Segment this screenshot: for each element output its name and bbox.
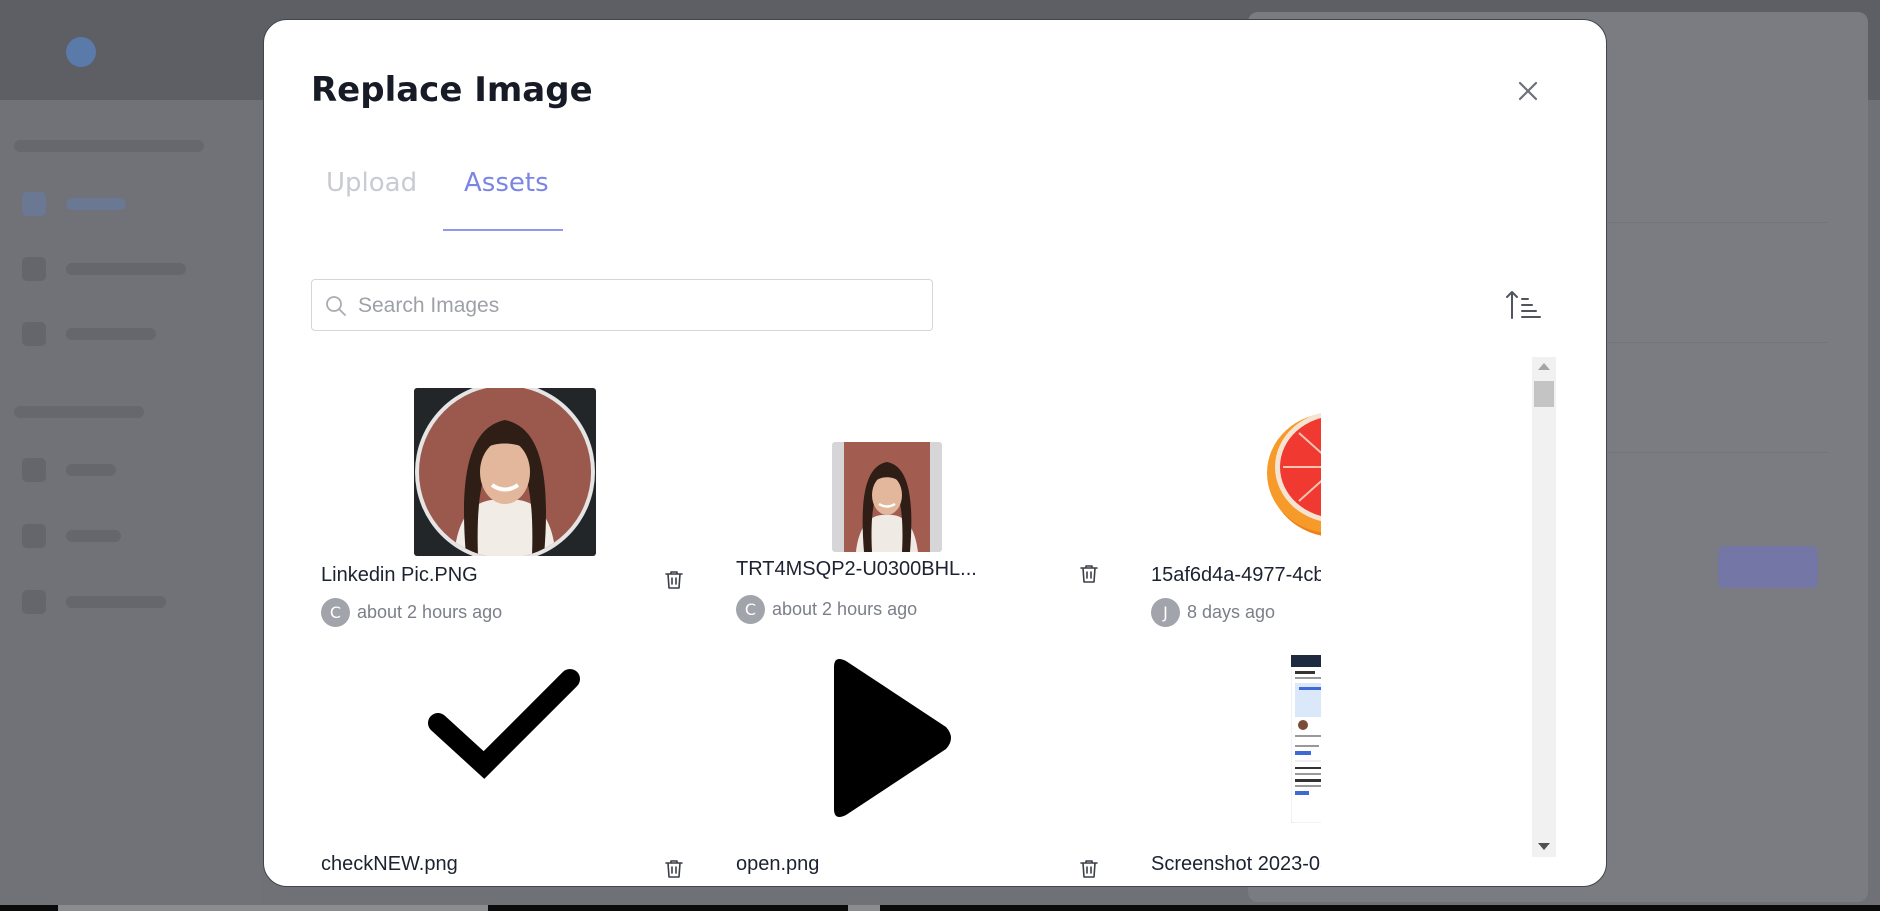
asset-meta: Cabout 2 hours ago	[736, 595, 917, 625]
asset-name: checkNEW.png	[321, 853, 458, 875]
assets-scrollbar[interactable]	[1532, 357, 1556, 857]
tab-upload[interactable]: Upload	[326, 168, 417, 198]
search-input[interactable]	[356, 280, 920, 332]
scroll-up-arrow[interactable]	[1538, 363, 1550, 370]
asset-name: TRT4MSQP2-U0300BHL...	[736, 558, 977, 580]
asset-thumbnail[interactable]	[1263, 405, 1321, 539]
tab-assets[interactable]: Assets	[464, 168, 549, 198]
delete-icon[interactable]	[663, 569, 685, 591]
background-button	[1718, 546, 1818, 588]
close-icon	[1518, 81, 1538, 101]
asset-meta: Cabout 2 hours ago	[321, 598, 502, 628]
active-tab-indicator	[443, 229, 563, 231]
asset-name: Screenshot 2023-03-09 ...	[1151, 853, 1321, 875]
upload-time: about 2 hours ago	[772, 599, 918, 619]
dialog-title: Replace Image	[311, 70, 593, 110]
asset-card[interactable]: Screenshot 2023-03-09 ...	[1141, 647, 1321, 886]
scrollbar-thumb[interactable]	[1534, 381, 1554, 407]
search-box[interactable]	[311, 279, 933, 332]
uploader-avatar: J	[1151, 598, 1180, 627]
asset-thumbnail[interactable]	[832, 442, 942, 552]
background-sidebar	[0, 100, 262, 911]
assets-grid: Linkedin Pic.PNG Cabout 2 hours ago TRT4…	[311, 357, 1321, 886]
sort-button[interactable]	[1504, 288, 1544, 322]
asset-name: Linkedin Pic.PNG	[321, 564, 478, 586]
delete-icon[interactable]	[1078, 858, 1100, 880]
asset-name: open.png	[736, 853, 820, 875]
upload-time: 8 days ago	[1187, 602, 1276, 622]
close-button[interactable]	[1512, 75, 1544, 107]
asset-card[interactable]: 15af6d4a-4977-4cb4-97... J 8 days ago	[1141, 357, 1321, 627]
asset-card[interactable]: open.png	[726, 647, 1098, 886]
delete-icon[interactable]	[1078, 563, 1100, 585]
search-icon	[326, 296, 346, 316]
asset-card[interactable]: Linkedin Pic.PNG Cabout 2 hours ago	[311, 357, 683, 627]
replace-image-dialog: Replace Image Upload Assets Search Image…	[263, 19, 1607, 887]
checkmark-icon[interactable]	[414, 649, 596, 817]
background-logo	[66, 26, 108, 76]
background-taskbar	[0, 905, 1880, 911]
asset-name: 15af6d4a-4977-4cb4-97...	[1151, 564, 1321, 586]
delete-icon[interactable]	[663, 858, 685, 880]
uploader-avatar: C	[321, 598, 350, 627]
uploader-avatar: C	[736, 595, 765, 624]
asset-meta: J 8 days ago	[1151, 598, 1275, 628]
asset-thumbnail[interactable]	[414, 388, 596, 556]
scroll-down-arrow[interactable]	[1538, 843, 1550, 850]
asset-card[interactable]: TRT4MSQP2-U0300BHL... Cabout 2 hours ago	[726, 357, 1098, 624]
asset-card[interactable]: checkNEW.png	[311, 647, 683, 886]
asset-thumbnail[interactable]	[1291, 655, 1321, 823]
sort-ascending-icon	[1506, 291, 1541, 319]
play-icon[interactable]	[822, 653, 962, 823]
upload-time: about 2 hours ago	[357, 602, 503, 622]
